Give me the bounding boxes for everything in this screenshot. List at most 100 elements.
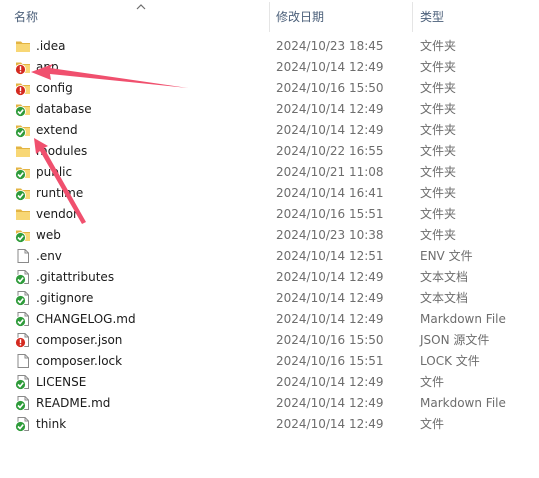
file-modified-date: 2024/10/23 10:38: [276, 228, 384, 242]
file-name: config: [36, 81, 73, 95]
file-row[interactable]: .gitattributes 2024/10/14 12:49 文本文档: [0, 267, 539, 288]
file-row[interactable]: web 2024/10/23 10:38 文件夹: [0, 225, 539, 246]
file-modified-date: 2024/10/14 12:49: [276, 270, 384, 284]
file-icon: [15, 311, 31, 327]
file-type: 文件夹: [420, 60, 457, 74]
file-type: 文件夹: [420, 39, 457, 53]
file-row[interactable]: extend 2024/10/14 12:49 文件夹: [0, 120, 539, 141]
file-type: ENV 文件: [420, 249, 473, 263]
file-row[interactable]: vendor 2024/10/16 15:51 文件夹: [0, 204, 539, 225]
status-ok-icon: [15, 400, 26, 411]
file-modified-date: 2024/10/22 16:55: [276, 144, 384, 158]
status-ok-icon: [15, 169, 26, 180]
file-modified-date: 2024/10/16 15:50: [276, 81, 384, 95]
file-modified-date: 2024/10/14 16:41: [276, 186, 384, 200]
folder-icon: [15, 80, 31, 96]
file-row[interactable]: .idea 2024/10/23 18:45 文件夹: [0, 36, 539, 57]
file-name: modules: [36, 144, 88, 158]
file-modified-date: 2024/10/16 15:50: [276, 333, 384, 347]
file-type: JSON 源文件: [420, 333, 490, 347]
file-name: public: [36, 165, 73, 179]
file-modified-date: 2024/10/14 12:49: [276, 291, 384, 305]
file-modified-date: 2024/10/14 12:49: [276, 375, 384, 389]
file-name: vendor: [36, 207, 78, 221]
file-name: LICENSE: [36, 375, 87, 389]
file-modified-date: 2024/10/14 12:51: [276, 249, 384, 263]
file-name: database: [36, 102, 92, 116]
file-type: 文件夹: [420, 123, 457, 137]
file-modified-date: 2024/10/14 12:49: [276, 396, 384, 410]
file-modified-date: 2024/10/23 18:45: [276, 39, 384, 53]
file-icon: [15, 416, 31, 432]
folder-icon: [15, 38, 31, 54]
file-icon: [15, 374, 31, 390]
file-row[interactable]: LICENSE 2024/10/14 12:49 文件: [0, 372, 539, 393]
file-row[interactable]: composer.lock 2024/10/16 15:51 LOCK 文件: [0, 351, 539, 372]
file-row[interactable]: runtime 2024/10/14 16:41 文件夹: [0, 183, 539, 204]
file-name: .idea: [36, 39, 66, 53]
file-name: README.md: [36, 396, 111, 410]
file-icon: [15, 395, 31, 411]
file-row[interactable]: think 2024/10/14 12:49 文件: [0, 414, 539, 435]
file-type: 文件夹: [420, 81, 457, 95]
folder-icon: [15, 227, 31, 243]
file-modified-date: 2024/10/14 12:49: [276, 123, 384, 137]
status-conflict-icon: [15, 85, 26, 96]
file-type: 文件夹: [420, 102, 457, 116]
file-row[interactable]: modules 2024/10/22 16:55 文件夹: [0, 141, 539, 162]
file-name: CHANGELOG.md: [36, 312, 136, 326]
file-type: 文件: [420, 375, 445, 389]
file-modified-date: 2024/10/14 12:49: [276, 102, 384, 116]
folder-icon: [15, 206, 31, 222]
file-icon: [15, 248, 31, 264]
column-header-type-label: 类型: [420, 10, 445, 24]
file-modified-date: 2024/10/16 15:51: [276, 207, 384, 221]
file-type: 文件夹: [420, 144, 457, 158]
column-header-date-label: 修改日期: [276, 10, 325, 24]
file-type: 文件夹: [420, 228, 457, 242]
file-row[interactable]: README.md 2024/10/14 12:49 Markdown File: [0, 393, 539, 414]
file-row[interactable]: composer.json 2024/10/16 15:50 JSON 源文件: [0, 330, 539, 351]
file-row[interactable]: config 2024/10/16 15:50 文件夹: [0, 78, 539, 99]
file-name: composer.json: [36, 333, 123, 347]
folder-icon: [15, 101, 31, 117]
status-conflict-icon: [15, 337, 26, 348]
file-row[interactable]: public 2024/10/21 11:08 文件夹: [0, 162, 539, 183]
file-name: web: [36, 228, 61, 242]
file-modified-date: 2024/10/14 12:49: [276, 312, 384, 326]
column-divider[interactable]: [269, 2, 270, 32]
file-name: runtime: [36, 186, 84, 200]
file-type: 文本文档: [420, 270, 469, 284]
file-row[interactable]: .env 2024/10/14 12:51 ENV 文件: [0, 246, 539, 267]
file-name: think: [36, 417, 67, 431]
file-icon: [15, 290, 31, 306]
column-header-type[interactable]: 类型: [420, 0, 530, 34]
folder-icon: [15, 185, 31, 201]
file-type: Markdown File: [420, 312, 506, 326]
file-type: Markdown File: [420, 396, 506, 410]
file-modified-date: 2024/10/14 12:49: [276, 417, 384, 431]
file-name: extend: [36, 123, 78, 137]
chevron-up-icon: [136, 4, 146, 10]
folder-icon: [15, 164, 31, 180]
column-header-name-label: 名称: [14, 10, 39, 24]
file-name: .env: [36, 249, 62, 263]
file-type: 文件: [420, 417, 445, 431]
file-row[interactable]: CHANGELOG.md 2024/10/14 12:49 Markdown Fil…: [0, 309, 539, 330]
file-type: 文件夹: [420, 186, 457, 200]
file-row[interactable]: .gitignore 2024/10/14 12:49 文本文档: [0, 288, 539, 309]
column-header-bar: 名称 修改日期 类型: [0, 0, 539, 34]
file-name: .gitignore: [36, 291, 94, 305]
file-row[interactable]: app 2024/10/14 12:49 文件夹: [0, 57, 539, 78]
file-modified-date: 2024/10/14 12:49: [276, 60, 384, 74]
status-ok-icon: [15, 379, 26, 390]
column-header-date[interactable]: 修改日期: [276, 0, 406, 34]
status-ok-icon: [15, 274, 26, 285]
status-ok-icon: [15, 421, 26, 432]
status-ok-icon: [15, 295, 26, 306]
file-type: 文本文档: [420, 291, 469, 305]
column-divider[interactable]: [412, 2, 413, 32]
status-conflict-icon: [15, 64, 26, 75]
status-ok-icon: [15, 190, 26, 201]
file-row[interactable]: database 2024/10/14 12:49 文件夹: [0, 99, 539, 120]
